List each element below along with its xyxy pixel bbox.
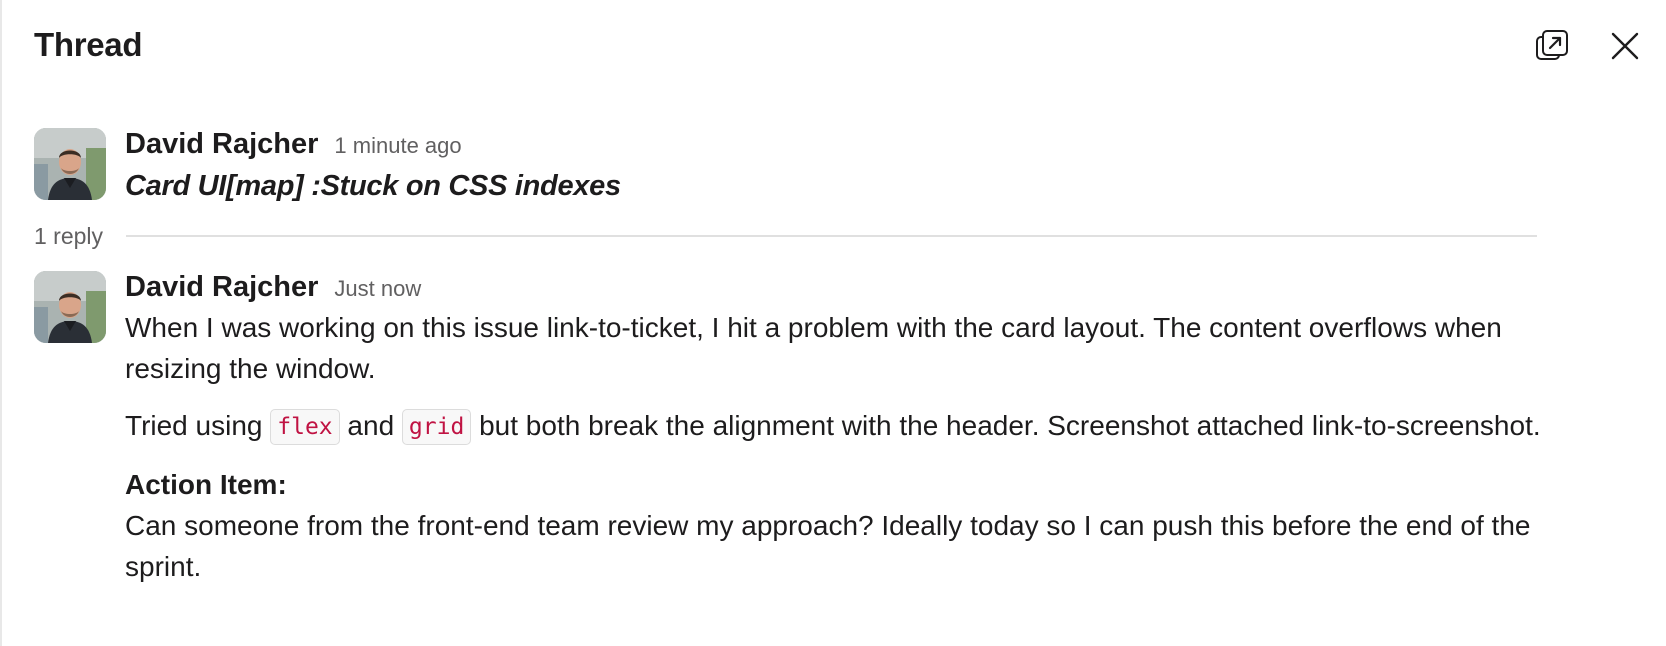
action-item-block: Action Item: Can someone from the front-… xyxy=(125,464,1585,587)
message-meta: David Rajcher Just now xyxy=(125,271,1585,307)
reply-count: 1 reply xyxy=(34,222,104,249)
thread-title: Thread xyxy=(34,26,143,63)
avatar[interactable] xyxy=(34,128,106,200)
thread-panel: Thread David Rajcher 1 minute ago Card U… xyxy=(0,0,1666,646)
popout-button[interactable] xyxy=(1530,24,1574,68)
replies-divider: 1 reply xyxy=(34,222,1537,250)
close-icon xyxy=(1611,32,1639,60)
parent-message-body: David Rajcher 1 minute ago Card UI[map] … xyxy=(125,128,1585,203)
author-name[interactable]: David Rajcher xyxy=(125,128,318,161)
text-segment: Tried using xyxy=(125,410,271,441)
thread-subject: Card UI[map] :Stuck on CSS indexes xyxy=(125,170,621,202)
action-item-text: Can someone from the front-end team revi… xyxy=(125,510,1531,582)
message-paragraph: When I was working on this issue link-to… xyxy=(125,312,1502,384)
avatar[interactable] xyxy=(34,271,106,343)
avatar-photo xyxy=(34,128,106,200)
close-button[interactable] xyxy=(1603,24,1647,68)
timestamp[interactable]: Just now xyxy=(334,276,421,302)
message-paragraph: Tried using flex and grid but both break… xyxy=(125,405,1585,448)
popout-window-icon xyxy=(1536,30,1568,60)
text-segment: but both break the alignment with the he… xyxy=(471,410,1541,441)
text-segment: and xyxy=(339,410,402,441)
timestamp[interactable]: 1 minute ago xyxy=(334,133,461,159)
message-meta: David Rajcher 1 minute ago xyxy=(125,128,1585,164)
reply-message-body: David Rajcher Just now When I was workin… xyxy=(125,271,1585,587)
author-name[interactable]: David Rajcher xyxy=(125,271,318,304)
action-item-heading: Action Item: xyxy=(125,469,287,500)
divider-line xyxy=(126,235,1537,237)
inline-code: flex xyxy=(270,409,340,445)
avatar-photo xyxy=(34,271,106,343)
inline-code: grid xyxy=(401,409,472,445)
thread-header: Thread xyxy=(2,0,1666,96)
